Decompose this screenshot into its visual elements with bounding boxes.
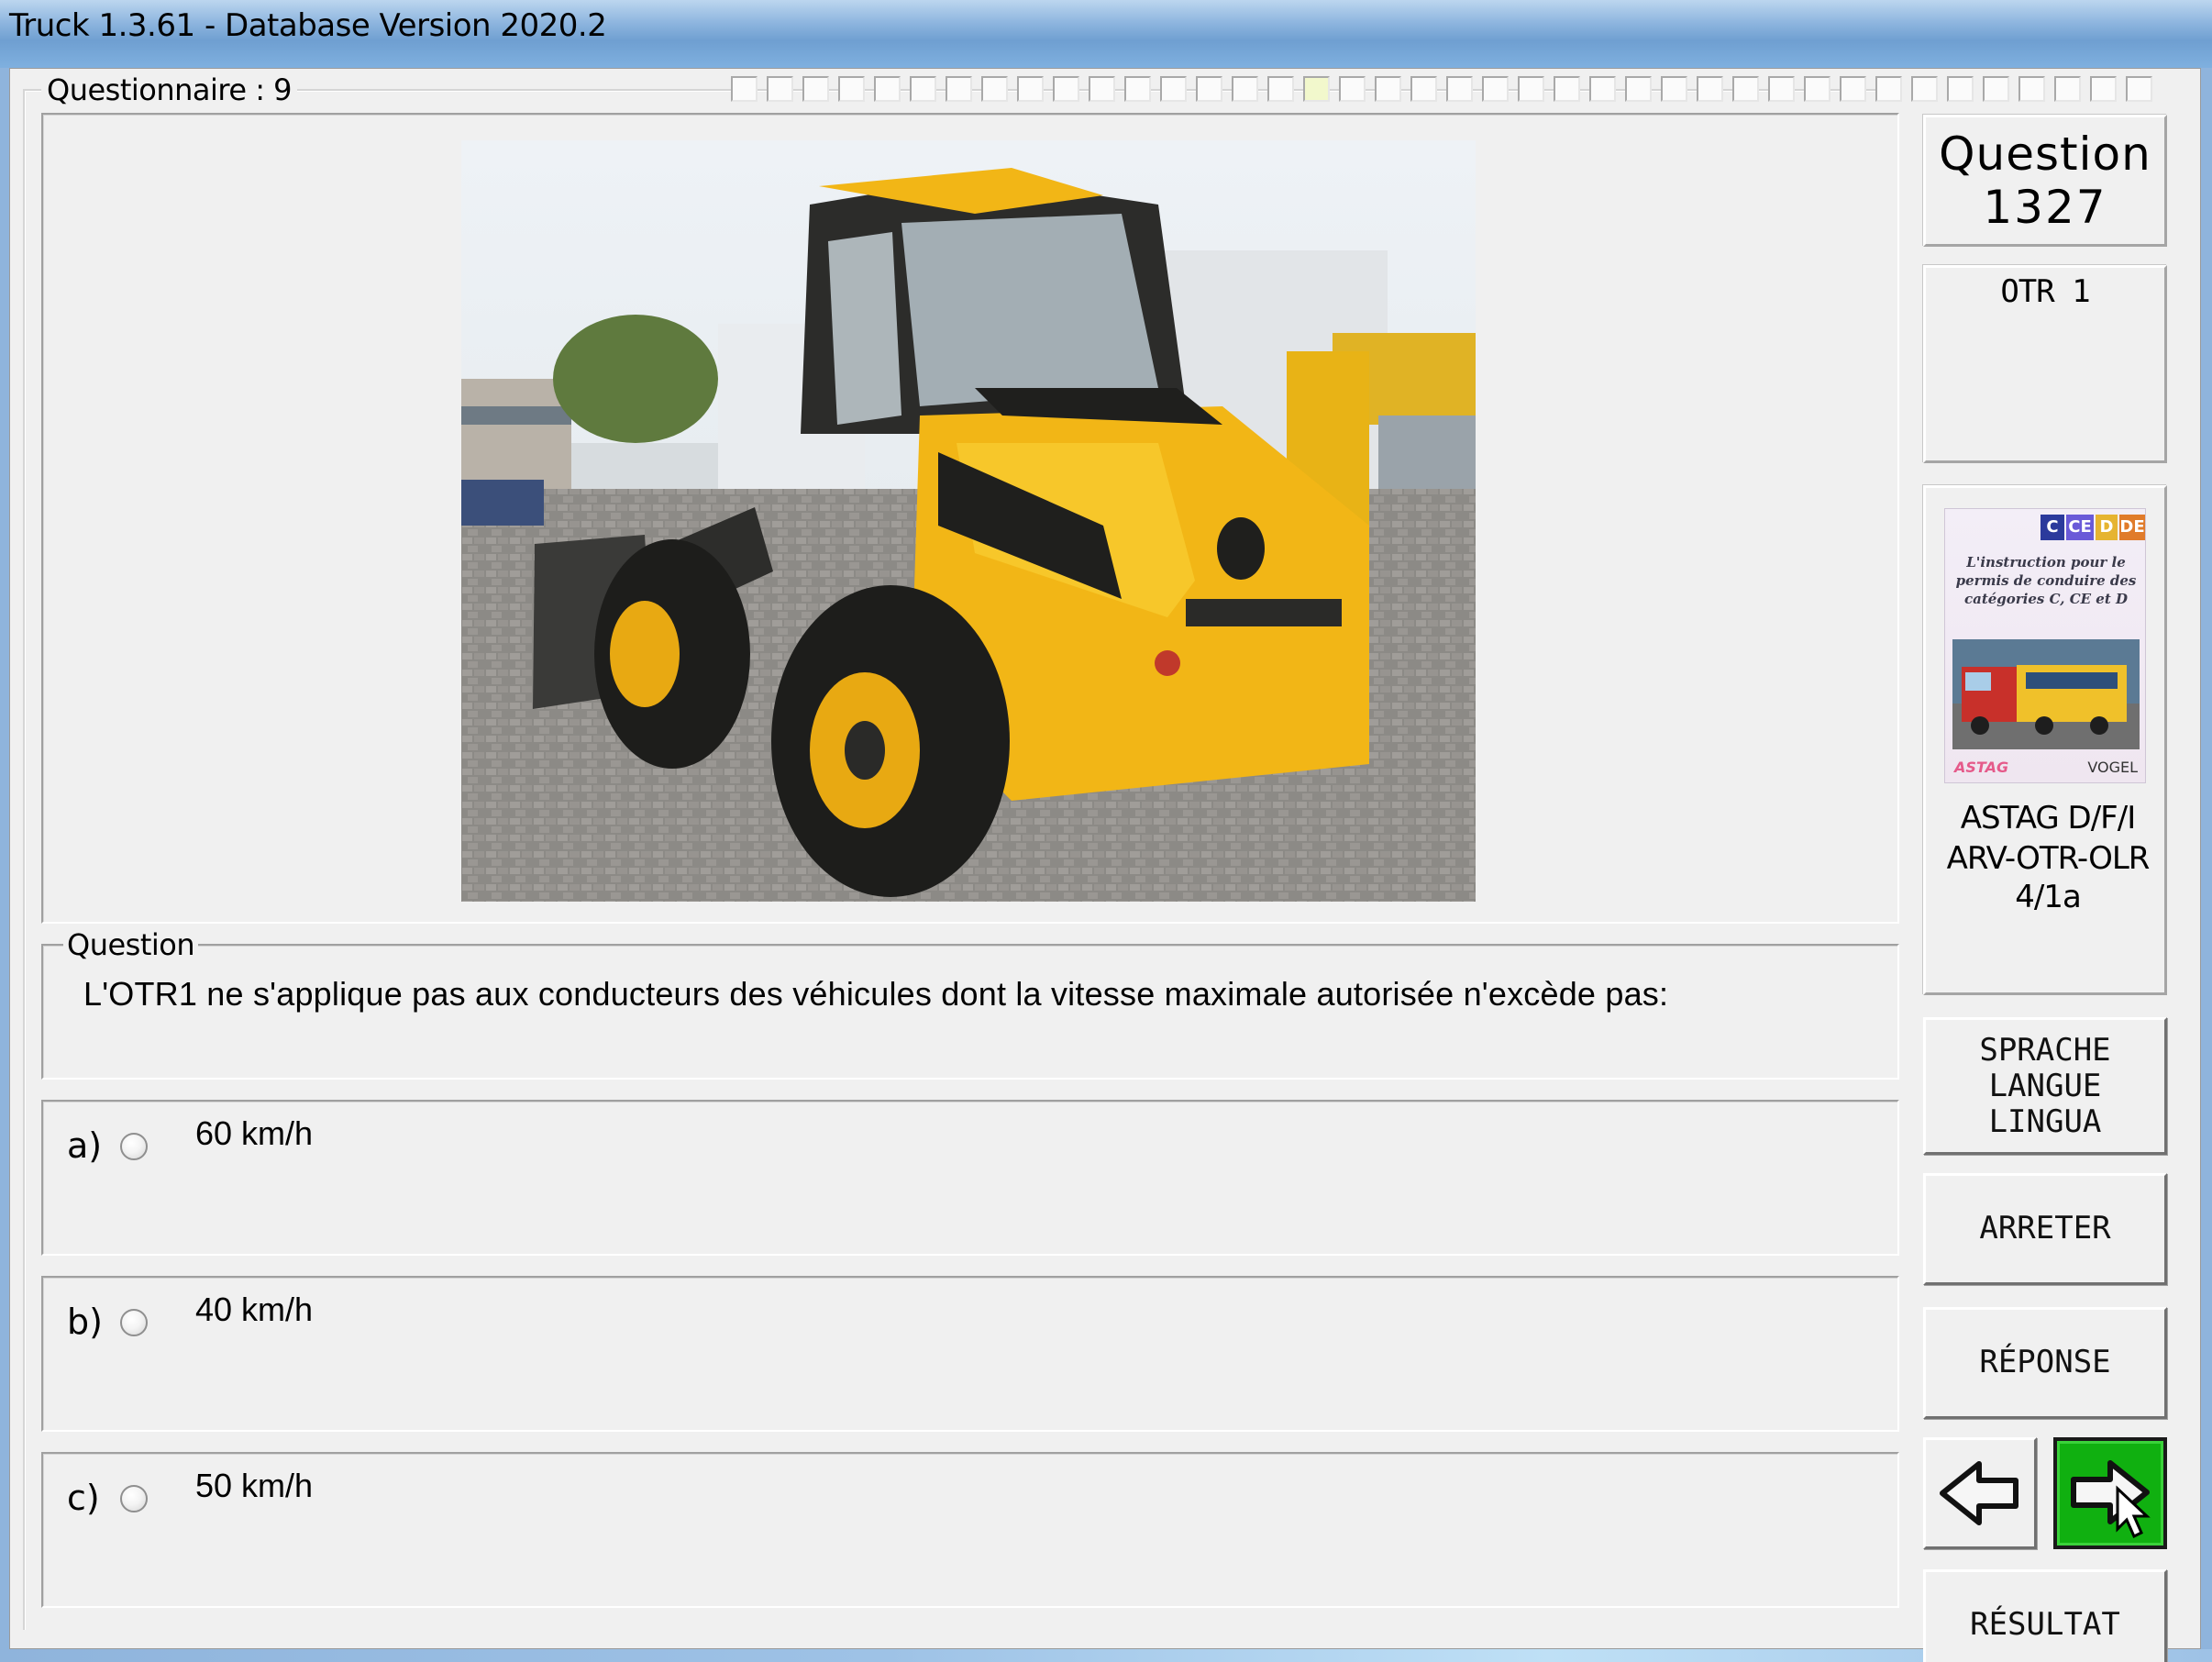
progress-cell [1804,76,1830,102]
answer-radio-a[interactable] [120,1133,148,1160]
progress-cell [2018,76,2045,102]
answer-letter-b: b) [67,1302,103,1342]
progress-cell [1089,76,1115,102]
window-frame-left [0,68,9,1662]
book-blurb: L'instruction pour le permis de conduire… [1955,554,2137,607]
book-badge-c: C [2041,515,2064,540]
question-label: Question [63,927,199,962]
answer-text-c: 50 km/h [195,1467,314,1504]
category-box: OTR 1 [1923,265,2167,463]
book-publisher-left: ASTAG [1954,759,2009,776]
progress-cell [1053,76,1079,102]
answer-radio-b[interactable] [120,1309,148,1336]
progress-cell [1911,76,1938,102]
window-frame-right [2201,68,2212,1662]
progress-cell [2126,76,2152,102]
answer-row-a[interactable] [41,1100,1899,1256]
book-trucks-illustration [1952,639,2140,749]
progress-cell [1017,76,1044,102]
answer-letter-a: a) [67,1125,103,1166]
progress-cell [1410,76,1437,102]
previous-button[interactable] [1923,1437,2037,1549]
progress-cell [1768,76,1795,102]
progress-cell [981,76,1008,102]
book-publisher-right: VOGEL [2087,759,2138,776]
question-number: 1327 [1983,181,2107,234]
progress-cell [874,76,901,102]
stop-button[interactable]: ARRETER [1923,1173,2167,1285]
book-badge-d: D [2096,515,2118,540]
answer-letter-c: c) [67,1478,100,1518]
progress-cell [1732,76,1759,102]
progress-cell [1661,76,1687,102]
answer-button[interactable]: RÉPONSE [1923,1307,2167,1419]
progress-cell [1303,76,1330,102]
progress-cell [1875,76,1902,102]
book-badge-de: DE [2119,515,2145,540]
progress-cell [1983,76,2009,102]
book-cover-image: C CE D DE L'instruction pour le permis d… [1944,508,2146,783]
book-reference-box: C CE D DE L'instruction pour le permis d… [1923,485,2167,995]
progress-cell [946,76,972,102]
question-number-label: Question [1939,127,2151,181]
image-panel [41,113,1899,924]
progress-cell [1482,76,1509,102]
progress-cell [2054,76,2081,102]
window-frame-bottom [0,1649,2212,1662]
book-badge-ce: CE [2066,515,2094,540]
book-footer: ASTAG VOGEL [1954,759,2138,776]
progress-strip [731,76,2162,104]
progress-cell [1339,76,1366,102]
progress-cell [1947,76,1974,102]
result-button[interactable]: RÉSULTAT [1923,1569,2167,1662]
progress-cell [1697,76,1723,102]
progress-cell [731,76,758,102]
progress-cell [1518,76,1544,102]
language-label-de: SPRACHE [1979,1032,2111,1069]
progress-cell [1160,76,1187,102]
book-title-line1: ASTAG D/F/I [1960,800,2136,837]
progress-cell [1446,76,1473,102]
wheel-loader-photo [461,140,1476,902]
progress-cell [767,76,793,102]
answer-row-c[interactable] [41,1452,1899,1608]
question-photo [461,140,1476,902]
arrow-right-icon [2071,1460,2151,1539]
window-client-area: Questionnaire : 9 Question L'OTR1 ne s'a… [9,68,2201,1662]
answer-text-b: 40 km/h [195,1291,314,1328]
progress-cell [1554,76,1580,102]
progress-cell [802,76,829,102]
book-title-line2: ARV-OTR-OLR [1946,840,2151,877]
arrow-left-icon [1940,1461,2018,1525]
window-titlebar: Truck 1.3.61 - Database Version 2020.2 [0,0,2212,68]
next-button[interactable] [2053,1437,2167,1549]
window-title: Truck 1.3.61 - Database Version 2020.2 [9,7,607,44]
progress-cell [838,76,865,102]
language-label-fr: LANGUE [1988,1068,2102,1104]
progress-cell [1124,76,1151,102]
category-label: OTR 1 [2000,273,2090,310]
progress-cell [1625,76,1652,102]
progress-cell [1840,76,1866,102]
question-text: L'OTR1 ne s'applique pas aux conducteurs… [83,975,1669,1013]
progress-cell [1196,76,1222,102]
language-button[interactable]: SPRACHE LANGUE LINGUA [1923,1017,2167,1155]
progress-cell [1232,76,1258,102]
answer-radio-c[interactable] [120,1485,148,1512]
questionnaire-label: Questionnaire : 9 [41,72,298,107]
progress-cell [1375,76,1401,102]
book-title-line3: 4/1a [2015,879,2082,915]
progress-cell [910,76,936,102]
progress-cell [2090,76,2117,102]
answer-row-b[interactable] [41,1276,1899,1432]
progress-cell [1267,76,1294,102]
answer-text-a: 60 km/h [195,1114,314,1152]
language-label-it: LINGUA [1988,1103,2102,1140]
question-number-box: Question 1327 [1923,115,2167,247]
progress-cell [1589,76,1616,102]
